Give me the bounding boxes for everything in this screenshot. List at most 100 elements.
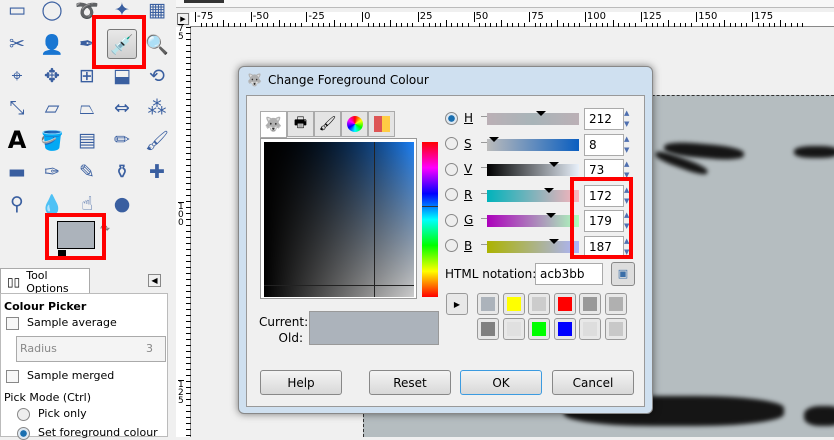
channel-b-radio[interactable]: B — [445, 239, 472, 253]
channel-v-slider[interactable] — [487, 162, 579, 176]
current-label: Current: — [259, 315, 309, 329]
scissors-tool-icon[interactable]: ✂ — [2, 29, 32, 59]
channel-s-slider[interactable] — [487, 136, 579, 151]
ruler-label: 50 — [473, 11, 489, 22]
cage-tool-icon[interactable]: ⁂ — [142, 93, 172, 123]
ellipse-select-tool-icon[interactable]: ◯ — [37, 0, 67, 25]
pick-only-radio[interactable]: Pick only — [17, 407, 87, 421]
shear-tool-icon[interactable]: ▱ — [37, 93, 67, 123]
colour-history-swatch[interactable] — [502, 293, 525, 315]
colour-history-swatch[interactable] — [553, 293, 576, 315]
airbrush-tool-icon[interactable]: ✑ — [37, 157, 67, 187]
help-button[interactable]: Help — [260, 370, 342, 395]
sample-average-checkbox[interactable]: Sample average — [6, 316, 117, 330]
pick-mode-label: Pick Mode (Ctrl) — [4, 391, 91, 404]
hue-strip[interactable] — [422, 142, 438, 297]
sample-merged-checkbox[interactable]: Sample merged — [6, 369, 114, 383]
tab-gimp-selector[interactable]: 🐺 — [260, 111, 287, 138]
html-notation-input[interactable] — [535, 263, 603, 285]
ruler-label: 125 — [178, 380, 184, 406]
tab-tool-options[interactable]: ▯▯ Tool Options — [0, 268, 90, 295]
tab-wheel[interactable] — [341, 111, 368, 137]
rect-select-tool-icon[interactable]: ▭ — [2, 0, 32, 25]
eraser-tool-icon[interactable]: ▬ — [2, 157, 32, 187]
move-tool-icon[interactable]: ✥ — [37, 61, 67, 91]
ruler-label: 75 — [529, 11, 544, 22]
colour-history-swatch[interactable] — [553, 318, 576, 340]
highlight-box — [92, 15, 146, 69]
rotate-tool-icon[interactable]: ⟲ — [142, 61, 172, 91]
current-old-color-preview — [309, 311, 439, 345]
paintbrush-tool-icon[interactable]: 🖌 — [142, 125, 172, 155]
history-expand-button[interactable]: ▶ — [446, 293, 468, 315]
perspective-clone-tool-icon[interactable]: ⚲ — [2, 189, 32, 219]
html-notation-label: HTML notation: — [445, 267, 537, 281]
ruler-label: 100 — [178, 202, 184, 228]
channel-h-value[interactable]: 212 — [584, 108, 624, 130]
channel-h-slider[interactable] — [487, 111, 579, 125]
channel-h-radio[interactable]: H — [445, 111, 473, 125]
scale-tool-icon[interactable]: ⤡ — [2, 93, 32, 123]
channel-s-radio[interactable]: S — [445, 137, 472, 151]
colour-history-swatch[interactable] — [604, 318, 627, 340]
colour-history-swatch[interactable] — [579, 293, 601, 315]
ruler-label: -25 — [306, 11, 325, 22]
ruler-label: -75 — [195, 11, 214, 22]
colour-history-swatch[interactable] — [604, 293, 627, 315]
tool-options-panel: Colour Picker Sample average Radius 3 Sam… — [0, 293, 168, 440]
ruler-label: 0 — [362, 11, 371, 22]
tab-watercolor[interactable]: 🖌 — [314, 111, 341, 137]
vertical-ruler[interactable]: 75 100 125 — [176, 24, 191, 437]
ruler-label: 150 — [696, 11, 718, 22]
tool-title: Colour Picker — [4, 300, 87, 313]
channel-r-slider[interactable] — [487, 187, 579, 202]
channel-g-slider[interactable] — [487, 213, 579, 227]
measure-tool-icon[interactable]: ⌖ — [2, 61, 32, 91]
colour-selector — [260, 138, 438, 299]
colour-history-swatch[interactable] — [502, 318, 525, 340]
channel-b-slider[interactable] — [487, 238, 579, 253]
pencil-tool-icon[interactable]: ✏ — [107, 125, 137, 155]
clone-tool-icon[interactable]: ⚱ — [107, 157, 137, 187]
blend-tool-icon[interactable]: ▤ — [72, 125, 102, 155]
zoom-tool-icon[interactable]: 🔍 — [142, 29, 172, 59]
heal-tool-icon[interactable]: ✚ — [142, 157, 172, 187]
tool-options-dock: ▯▯ Tool Options ◀ Colour Picker Sample av… — [0, 268, 168, 440]
colour-history-swatch[interactable] — [528, 293, 550, 315]
channel-r-radio[interactable]: R — [445, 188, 472, 202]
tab-palette[interactable] — [368, 111, 395, 137]
gimp-icon: 🐺 — [264, 116, 283, 133]
colour-history-swatch[interactable] — [528, 318, 550, 340]
channel-s-value[interactable]: 8 — [584, 133, 624, 156]
dodge-burn-tool-icon[interactable]: ● — [107, 189, 137, 219]
horizontal-ruler[interactable]: -75 -50 -25 0 25 50 75 100 125 150 175 — [190, 12, 834, 27]
dock-menu-button[interactable]: ◀ — [148, 274, 161, 287]
ruler-label: 175 — [752, 11, 774, 22]
colour-history-swatch[interactable] — [477, 318, 499, 340]
perspective-tool-icon[interactable]: ⏢ — [72, 93, 102, 123]
text-tool-icon[interactable]: A — [2, 125, 32, 155]
ink-tool-icon[interactable]: ✎ — [72, 157, 102, 187]
colour-history-swatch[interactable] — [579, 318, 601, 340]
ok-button[interactable]: OK — [460, 370, 542, 395]
foreground-select-tool-icon[interactable]: 👤 — [37, 29, 67, 59]
spin-arrows-icon[interactable]: ▲ ▼ — [624, 134, 632, 156]
old-label: Old: — [278, 331, 303, 345]
ruler-label: 100 — [584, 11, 606, 22]
color-picker-button[interactable]: ▣ — [611, 262, 635, 286]
spin-arrows-icon[interactable]: ▲ ▼ — [624, 108, 632, 130]
colour-history-swatch[interactable] — [477, 293, 499, 315]
channel-g-radio[interactable]: G — [445, 213, 473, 227]
flip-tool-icon[interactable]: ⇔ — [107, 93, 137, 123]
tab-cmyk[interactable]: 🖶 — [287, 111, 314, 137]
bucket-fill-tool-icon[interactable]: 🪣 — [37, 125, 67, 155]
reset-button[interactable]: Reset — [369, 370, 451, 395]
saturation-value-area[interactable] — [264, 142, 414, 297]
cancel-button[interactable]: Cancel — [552, 370, 634, 395]
channel-v-radio[interactable]: V — [445, 162, 472, 176]
set-foreground-radio[interactable]: Set foreground colour — [17, 426, 158, 440]
select-by-color-tool-icon[interactable]: ▦ — [142, 0, 172, 25]
ruler-label: 25 — [417, 11, 433, 22]
radius-spinner[interactable]: Radius 3 — [16, 336, 166, 362]
tool-options-icon: ▯▯ — [7, 274, 21, 289]
